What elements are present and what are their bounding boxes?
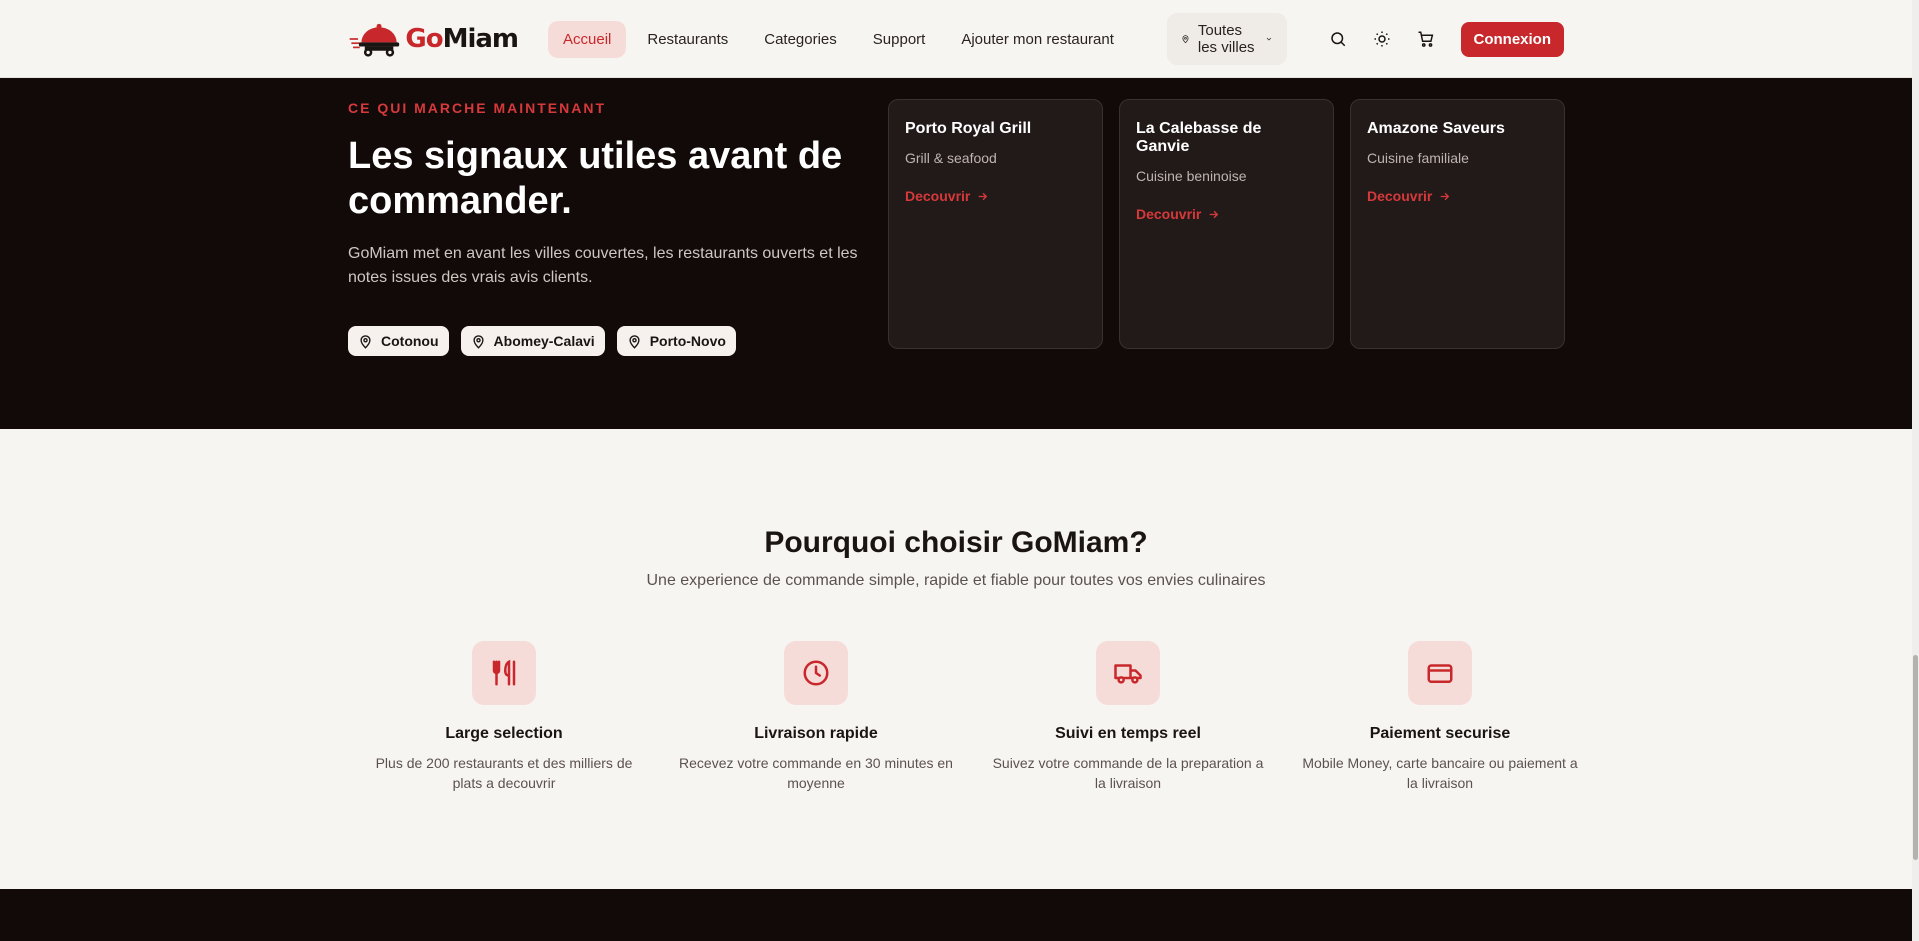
discover-link[interactable]: Decouvrir [905, 188, 1086, 204]
logo-miam: Miam [442, 24, 519, 54]
nav-link-add-restaurant[interactable]: Ajouter mon restaurant [946, 21, 1129, 58]
feature-icon-box [784, 641, 848, 705]
search-button[interactable] [1319, 20, 1357, 58]
why-title: Pourquoi choisir GoMiam? [764, 526, 1148, 559]
chevron-down-icon [1266, 37, 1271, 41]
feature-desc: Recevez votre commande en 30 minutes en … [679, 755, 953, 791]
feature-item: Paiement securise Mobile Money, carte ba… [1284, 641, 1596, 793]
city-chip-label: Cotonou [381, 333, 439, 349]
restaurant-name: Amazone Saveurs [1367, 120, 1505, 137]
map-pin-icon [1182, 35, 1189, 44]
login-button[interactable]: Connexion [1460, 21, 1564, 57]
restaurant-card[interactable]: Amazone Saveurs Cuisine familiale Decouv… [1350, 99, 1565, 349]
discover-link[interactable]: Decouvrir [1136, 206, 1317, 222]
navbar-inner: GoMiam Accueil Restaurants Categories Su… [348, 0, 1564, 78]
feature-title: Livraison rapide [754, 725, 878, 742]
discover-link-label: Decouvrir [1367, 188, 1433, 204]
arrow-right-icon [979, 192, 988, 200]
city-chip-label: Porto-Novo [649, 333, 726, 349]
scrollbar-thumb[interactable] [1913, 655, 1918, 860]
map-pin-icon [629, 334, 640, 349]
feature-list: Large selection Plus de 200 restaurants … [348, 641, 1596, 793]
gomiam-logo[interactable]: GoMiam [348, 15, 519, 63]
section-eyebrow: CE QUI MARCHE MAINTENANT [348, 100, 606, 116]
restaurant-card[interactable]: Porto Royal Grill Grill & seafood Decouv… [888, 99, 1103, 349]
discover-link[interactable]: Decouvrir [1367, 188, 1548, 204]
cloche-scooter-icon [349, 23, 400, 57]
trending-section: CE QUI MARCHE MAINTENANT Les signaux uti… [0, 78, 1912, 429]
feature-item: Livraison rapide Recevez votre commande … [660, 641, 972, 793]
city-selector[interactable]: Toutes les villes [1166, 13, 1287, 65]
city-chip-label: Abomey-Calavi [493, 333, 595, 349]
feature-icon-box [1408, 641, 1472, 705]
nav-link-restaurants[interactable]: Restaurants [632, 21, 743, 58]
city-chip-porto-novo[interactable]: Porto-Novo [616, 326, 736, 356]
section-lede: GoMiam met en avant les villes couvertes… [348, 245, 858, 286]
credit-card-icon [1427, 664, 1453, 683]
restaurant-card[interactable]: La Calebasse de Ganvie Cuisine beninoise… [1119, 99, 1334, 349]
restaurant-cuisine: Cuisine beninoise [1136, 168, 1247, 184]
main-nav: Accueil Restaurants Categories Support A… [548, 20, 1129, 58]
discover-link-label: Decouvrir [1136, 206, 1202, 222]
feature-desc: Suivez votre commande de la preparation … [992, 755, 1264, 791]
section-headline: Les signaux utiles avant de commander. [348, 135, 843, 222]
arrow-right-icon [1210, 210, 1219, 218]
city-chip-cotonou[interactable]: Cotonou [348, 326, 449, 356]
clock-icon [803, 660, 829, 686]
nav-link-accueil[interactable]: Accueil [548, 20, 627, 58]
restaurant-name: La Calebasse de Ganvie [1136, 120, 1262, 155]
nav-link-categories[interactable]: Categories [749, 21, 852, 58]
why-subtitle: Une experience de commande simple, rapid… [646, 572, 1266, 589]
feature-title: Paiement securise [1369, 725, 1511, 742]
theme-toggle-button[interactable] [1363, 20, 1401, 58]
feature-item: Suivi en temps reel Suivez votre command… [972, 641, 1284, 793]
arrow-right-icon [1441, 192, 1450, 200]
feature-desc: Plus de 200 restaurants et des milliers … [375, 755, 633, 791]
page-scrollbar[interactable] [1912, 0, 1919, 941]
feature-title: Suivi en temps reel [1055, 725, 1201, 742]
logo-go: Go [405, 24, 443, 54]
why-section: Pourquoi choisir GoMiam? Une experience … [0, 429, 1912, 889]
utensils-icon [492, 659, 516, 686]
feature-desc: Mobile Money, carte bancaire ou paiement… [1302, 755, 1578, 791]
restaurant-name: Porto Royal Grill [905, 120, 1032, 137]
restaurant-cuisine: Grill & seafood [905, 150, 997, 166]
restaurant-cuisine: Cuisine familiale [1367, 150, 1469, 166]
search-icon [1330, 32, 1345, 47]
city-chips: Cotonou Abomey-Calavi Porto-Novo [348, 326, 868, 356]
top-navbar: GoMiam Accueil Restaurants Categories Su… [0, 0, 1912, 78]
trending-intro: CE QUI MARCHE MAINTENANT Les signaux uti… [348, 100, 868, 356]
feature-title: Large selection [445, 725, 563, 742]
feature-icon-box [1096, 641, 1160, 705]
city-chip-abomey-calavi[interactable]: Abomey-Calavi [460, 326, 605, 356]
truck-icon [1114, 664, 1142, 684]
restaurant-cards: Porto Royal Grill Grill & seafood Decouv… [888, 99, 1565, 349]
map-pin-icon [360, 334, 371, 349]
sun-icon [1374, 31, 1389, 47]
cart-button[interactable] [1407, 20, 1445, 58]
discover-link-label: Decouvrir [905, 188, 971, 204]
nav-link-support[interactable]: Support [858, 21, 941, 58]
map-pin-icon [472, 334, 484, 349]
nav-icons: Connexion [1319, 20, 1564, 58]
footer-top-edge [0, 889, 1912, 941]
logo-text: GoMiam [405, 24, 519, 54]
feature-icon-box [472, 641, 536, 705]
feature-item: Large selection Plus de 200 restaurants … [348, 641, 660, 793]
city-selector-label: Toutes les villes [1197, 22, 1255, 56]
cart-icon [1418, 31, 1433, 47]
